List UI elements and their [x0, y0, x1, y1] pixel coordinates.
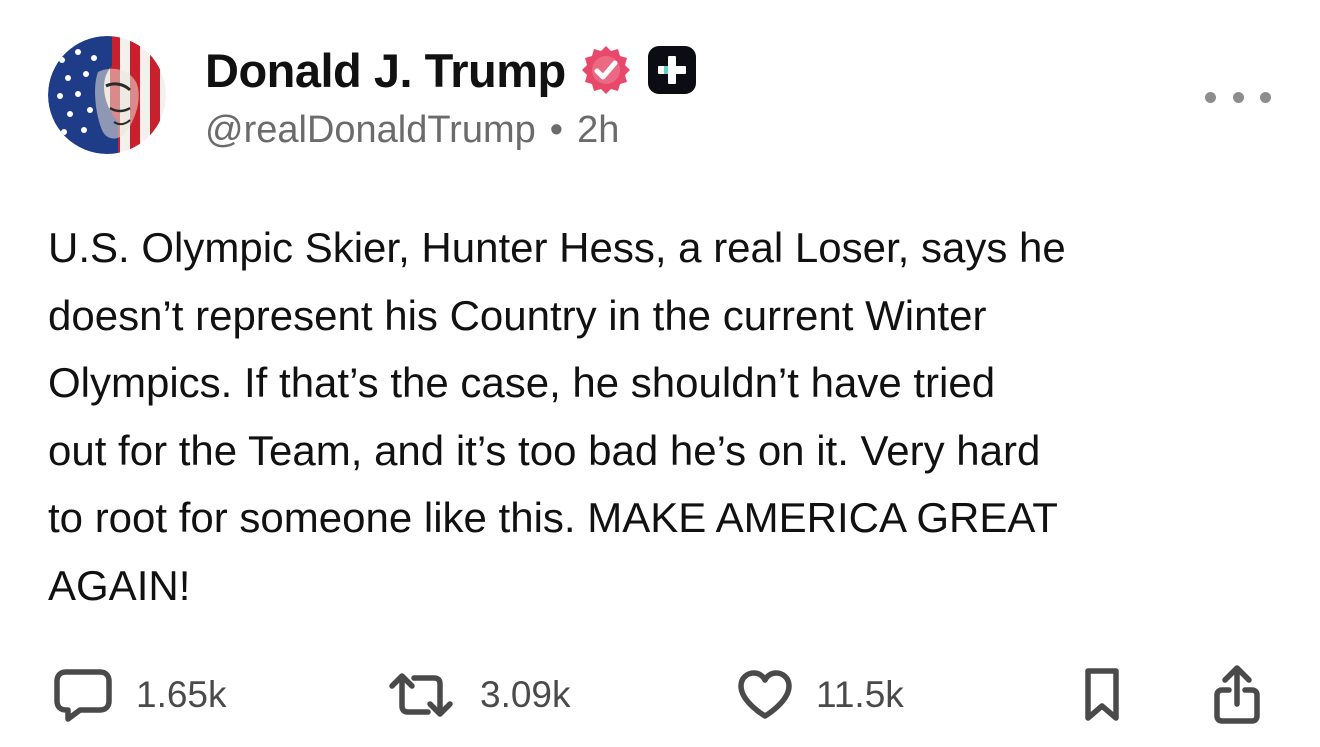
author-meta-row: @realDonaldTrump • 2h	[205, 106, 619, 154]
heart-icon	[736, 668, 794, 722]
meta-separator: •	[549, 108, 564, 151]
author-handle[interactable]: @realDonaldTrump	[205, 109, 536, 152]
post-card: Donald J. Trump @realDonaldTrump • 2h U.…	[0, 0, 1320, 747]
reply-icon	[52, 666, 114, 724]
reply-count: 1.65k	[136, 674, 227, 715]
more-icon-dot	[1205, 91, 1216, 103]
post-timestamp[interactable]: 2h	[577, 109, 619, 152]
author-name-row: Donald J. Trump	[205, 40, 698, 100]
author-display-name[interactable]: Donald J. Trump	[205, 43, 566, 98]
more-icon-dot	[1232, 91, 1244, 103]
repost-icon	[384, 666, 458, 724]
share-button[interactable]	[1212, 660, 1262, 730]
verified-badge-icon	[580, 44, 632, 96]
post-body-text: U.S. Olympic Skier, Hunter Hess, a real …	[48, 224, 1066, 609]
repost-count: 3.09k	[480, 674, 571, 715]
like-button[interactable]: 11.5k	[736, 660, 904, 730]
avatar-image	[48, 36, 166, 154]
repost-button[interactable]: 3.09k	[384, 660, 571, 730]
like-count: 11.5k	[816, 674, 904, 715]
share-icon	[1212, 664, 1262, 726]
reply-button[interactable]: 1.65k	[52, 660, 227, 730]
plus-badge-icon	[646, 44, 698, 96]
avatar[interactable]	[48, 36, 166, 154]
bookmark-icon	[1082, 666, 1122, 724]
bookmark-button[interactable]	[1082, 660, 1122, 730]
more-options-button[interactable]	[1205, 80, 1271, 114]
more-icon-dot	[1260, 91, 1271, 103]
post-action-bar: 1.65k 3.09k 11.5k	[0, 660, 1320, 730]
